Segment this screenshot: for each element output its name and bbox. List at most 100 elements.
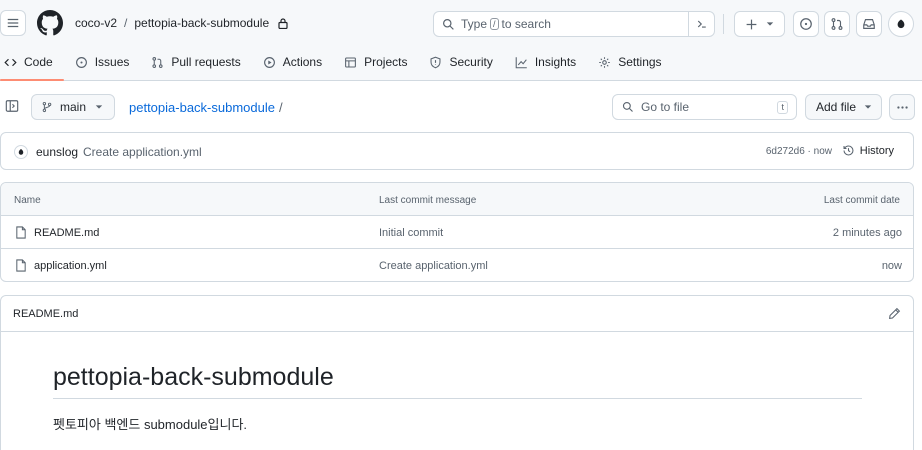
file-link[interactable]: application.yml <box>15 259 107 272</box>
tab-pull-requests[interactable]: Pull requests <box>140 50 251 74</box>
search-placeholder-before: Type <box>461 17 488 31</box>
file-name: README.md <box>34 226 100 239</box>
tab-projects[interactable]: Projects <box>333 50 418 74</box>
branch-name: main <box>60 100 87 114</box>
file-path-breadcrumb: pettopia-back-submodule / <box>129 100 283 115</box>
repo-link[interactable]: pettopia-back-submodule <box>134 16 269 30</box>
plus-icon <box>746 19 757 29</box>
commit-message[interactable]: Create application.yml <box>83 145 202 159</box>
search-icon <box>443 18 454 30</box>
user-avatar-icon <box>897 19 905 29</box>
tab-settings-label: Settings <box>618 55 662 69</box>
column-name-header: Name <box>14 195 41 206</box>
history-label: History <box>859 144 894 157</box>
breadcrumb-separator: / <box>124 16 128 30</box>
lock-icon <box>278 17 288 29</box>
path-separator: / <box>278 100 283 115</box>
kebab-horizontal-icon <box>896 105 908 109</box>
tab-actions[interactable]: Actions <box>252 50 333 74</box>
create-new-button[interactable] <box>734 11 785 37</box>
file-commit-message[interactable]: Initial commit <box>379 227 443 239</box>
graph-icon <box>515 56 527 68</box>
sidebar-expand-icon[interactable] <box>5 99 19 113</box>
pencil-icon[interactable] <box>888 307 901 320</box>
inbox-button[interactable] <box>856 11 882 37</box>
tab-issues[interactable]: Issues <box>64 50 141 74</box>
file-table: Name Last commit message Last commit dat… <box>0 182 914 282</box>
header-divider <box>723 14 724 34</box>
path-repo-link[interactable]: pettopia-back-submodule <box>129 100 275 115</box>
file-commit-message[interactable]: Create application.yml <box>379 260 488 272</box>
latest-commit-box: eunslog Create application.yml 6d272d6 ·… <box>0 132 914 170</box>
go-to-file-input[interactable]: Go to file t <box>612 94 797 120</box>
file-icon <box>16 226 26 239</box>
issues-button[interactable] <box>793 11 819 37</box>
go-to-file-shortcut: t <box>777 101 788 114</box>
file-name: application.yml <box>34 259 107 272</box>
gear-icon <box>599 56 610 68</box>
tab-code[interactable]: Code <box>0 50 64 81</box>
readme-panel: README.md pettopia-back-submodule 펫토피아 백… <box>0 295 914 450</box>
file-commit-date: 2 minutes ago <box>832 227 902 239</box>
tab-insights-label: Insights <box>534 55 577 69</box>
github-logo-icon[interactable] <box>37 10 63 36</box>
readme-heading-divider <box>53 398 862 399</box>
pull-request-icon <box>831 18 843 30</box>
chevron-down-icon <box>864 105 872 109</box>
chevron-down-icon <box>766 22 774 26</box>
repo-header: coco-v2 / pettopia-back-submodule Type /… <box>0 0 922 81</box>
readme-filename[interactable]: README.md <box>13 308 78 320</box>
tab-actions-label: Actions <box>282 55 323 69</box>
chevron-down-icon <box>95 105 103 109</box>
commit-sha-time[interactable]: 6d272d6 · now <box>766 146 832 157</box>
avatar[interactable] <box>888 11 914 37</box>
history-button[interactable]: History <box>842 144 894 157</box>
commit-author[interactable]: eunslog <box>36 145 78 159</box>
issue-icon <box>800 18 812 30</box>
tab-issues-label: Issues <box>94 55 130 69</box>
more-options-button[interactable] <box>889 94 915 120</box>
shield-icon <box>430 56 441 68</box>
search-placeholder-after: to search <box>501 17 551 31</box>
play-icon <box>263 56 275 68</box>
column-date-header: Last commit date <box>823 195 900 206</box>
breadcrumb: coco-v2 / pettopia-back-submodule <box>75 16 288 30</box>
menu-button[interactable] <box>0 10 26 36</box>
readme-body: 펫토피아 백엔드 submodule입니다. <box>53 417 248 432</box>
add-file-button[interactable]: Add file <box>805 94 882 120</box>
pull-request-icon <box>152 56 163 68</box>
file-table-header: Name Last commit message Last commit dat… <box>1 183 913 216</box>
file-commit-date: now <box>881 260 902 272</box>
file-icon <box>16 259 26 272</box>
tab-code-label: Code <box>24 55 53 69</box>
tab-pull-requests-label: Pull requests <box>171 55 241 69</box>
history-icon <box>843 145 854 156</box>
tab-security[interactable]: Security <box>418 50 503 74</box>
repo-nav-tabs: Code Issues Pull requests Actions Projec… <box>0 50 673 81</box>
search-input[interactable]: Type / to search <box>433 11 715 37</box>
table-icon <box>345 57 357 67</box>
tab-security-label: Security <box>449 55 493 69</box>
readme-heading: pettopia-back-submodule <box>53 363 334 391</box>
commit-author-avatar[interactable] <box>14 145 28 159</box>
tab-insights[interactable]: Insights <box>504 50 587 74</box>
search-icon <box>622 101 633 112</box>
table-row[interactable]: README.md Initial commit 2 minutes ago <box>1 216 913 249</box>
table-row[interactable]: application.yml Create application.yml n… <box>1 249 913 281</box>
pull-requests-button[interactable] <box>824 11 850 37</box>
go-to-file-placeholder: Go to file <box>641 100 690 114</box>
issue-icon <box>75 56 87 68</box>
owner-link[interactable]: coco-v2 <box>75 16 117 30</box>
inbox-icon <box>863 19 875 29</box>
code-icon <box>4 58 17 66</box>
branch-selector[interactable]: main <box>31 94 115 120</box>
git-branch-icon <box>42 101 52 113</box>
command-palette-button[interactable] <box>688 12 714 36</box>
file-link[interactable]: README.md <box>15 226 99 239</box>
user-avatar-icon <box>18 149 24 155</box>
tab-settings[interactable]: Settings <box>587 50 672 74</box>
column-message-header: Last commit message <box>379 195 477 206</box>
tab-projects-label: Projects <box>364 55 408 69</box>
add-file-label: Add file <box>816 100 857 114</box>
readme-header: README.md <box>1 296 913 332</box>
